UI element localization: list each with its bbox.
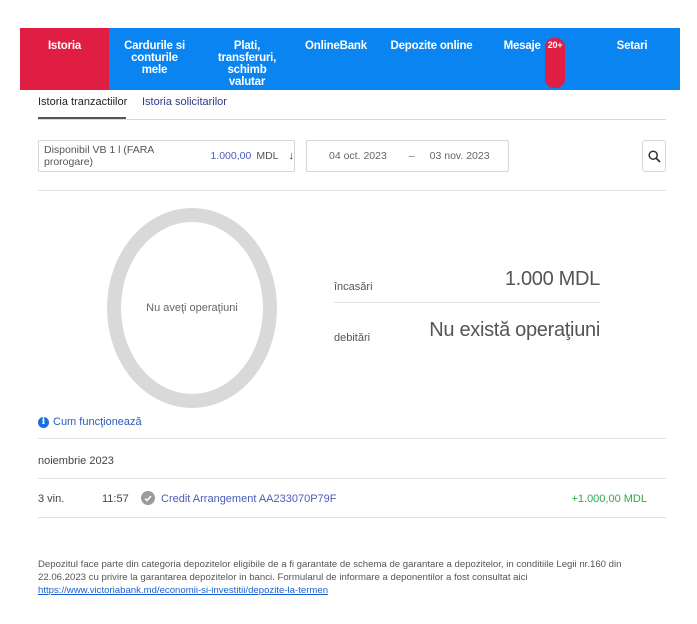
arrow-down-icon: ↓	[288, 150, 295, 162]
transaction-row[interactable]: 3 vin. 11:57 Credit Arrangement AA233070…	[38, 479, 666, 517]
date-separator: –	[408, 150, 415, 162]
disclaimer-text: Depozitul face parte din categoria depoz…	[38, 559, 622, 583]
transaction-amount: +1.000,00 MDL	[571, 493, 647, 505]
account-balance: 1.000,00	[210, 150, 252, 162]
tab-label: Cardurile si conturile mele	[124, 40, 185, 76]
divider	[38, 190, 666, 191]
date-from: 04 oct. 2023	[329, 150, 387, 162]
main-nav: Istoria Cardurile si conturile mele Plat…	[20, 28, 680, 90]
account-name: Disponibil VB 1 l (FARA prorogare)	[44, 144, 154, 168]
unread-badge: 20+	[544, 38, 566, 88]
tab-plati[interactable]: Plati, transferuri, schimb valutar	[200, 28, 294, 90]
debit-label: debitări	[334, 332, 371, 344]
subtab-requests-history[interactable]: Istoria solicitarilor	[142, 95, 227, 109]
summary-divider	[334, 302, 600, 303]
tab-label: OnlineBank	[305, 40, 367, 52]
how-it-works-label: Cum funcţionează	[53, 416, 142, 428]
tab-setari[interactable]: Setari	[584, 28, 680, 90]
donut-empty-label: Nu aveţi operaţiuni	[146, 302, 238, 314]
tab-label: Depozite online	[390, 40, 473, 52]
deposits-link[interactable]: https://www.victoriabank.md/economii-si-…	[38, 585, 328, 596]
tab-onlinebank[interactable]: OnlineBank	[294, 28, 378, 90]
tab-mesaje[interactable]: Mesaje 20+	[485, 28, 584, 90]
subtabs: Istoria tranzactiilor Istoria solicitari…	[38, 95, 666, 120]
month-header: noiembrie 2023	[38, 455, 114, 467]
date-range-picker[interactable]: 04 oct. 2023 – 03 nov. 2023	[306, 140, 509, 172]
search-button[interactable]	[642, 140, 666, 172]
account-currency: MDL	[256, 150, 279, 162]
tab-istoria[interactable]: Istoria	[20, 28, 109, 90]
transaction-day: 3 vin.	[38, 493, 65, 505]
info-icon: i	[38, 416, 49, 428]
divider	[38, 517, 666, 518]
tab-carduri[interactable]: Cardurile si conturile mele	[109, 28, 200, 90]
divider	[38, 438, 666, 439]
deposit-disclaimer: Depozitul face parte din categoria depoz…	[38, 558, 666, 597]
tab-label: Istoria	[47, 40, 82, 52]
income-value: 1.000 MDL	[504, 268, 600, 290]
tab-label: Mesaje	[503, 40, 541, 52]
account-selector[interactable]: Disponibil VB 1 l (FARA prorogare) 1.000…	[38, 140, 295, 172]
subtab-transactions-history[interactable]: Istoria tranzactiilor	[38, 95, 127, 109]
active-subtab-indicator	[38, 117, 126, 119]
how-it-works-link[interactable]: i Cum funcţionează	[38, 416, 142, 428]
tab-depozite[interactable]: Depozite online	[378, 28, 485, 90]
check-icon	[141, 491, 155, 505]
date-to: 03 nov. 2023	[429, 150, 490, 162]
tab-label: Plati, transferuri, schimb valutar	[217, 40, 277, 88]
transaction-description[interactable]: Credit Arrangement AA233070P79F	[161, 493, 337, 505]
debit-value: Nu există operaţiuni	[429, 319, 600, 341]
search-icon	[647, 149, 661, 163]
transaction-time: 11:57	[102, 493, 129, 505]
tab-label: Setari	[616, 40, 648, 52]
income-label: încasări	[334, 281, 373, 293]
